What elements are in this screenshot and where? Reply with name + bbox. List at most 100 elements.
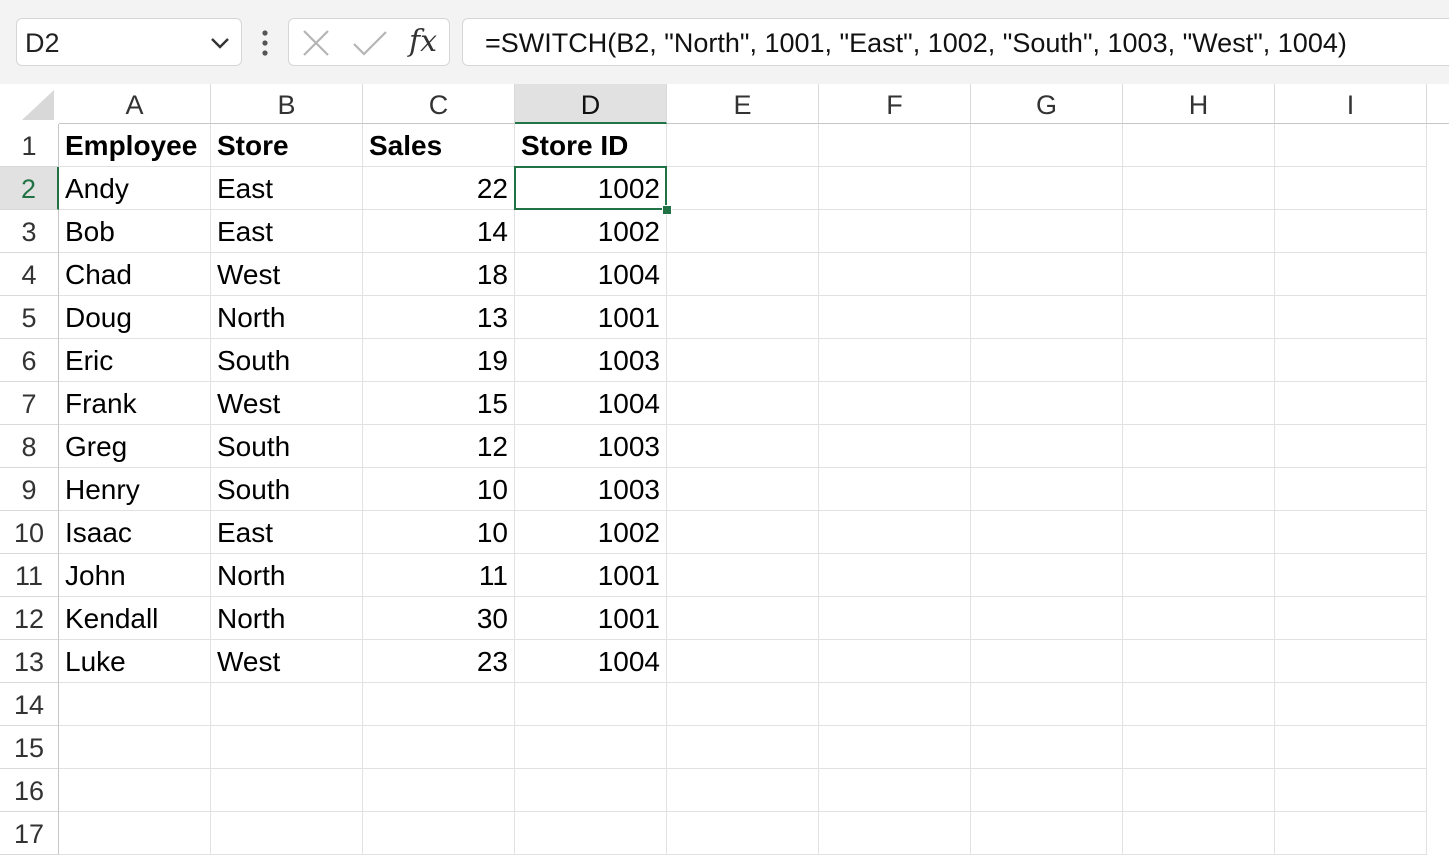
insert-function-icon[interactable]: fx (409, 24, 437, 59)
cell-e9[interactable] (667, 468, 819, 511)
cell-f3[interactable] (819, 210, 971, 253)
cell-a13[interactable]: Luke (59, 640, 211, 683)
cell-d14[interactable] (515, 683, 667, 726)
cell-i13[interactable] (1275, 640, 1427, 683)
cell-d7[interactable]: 1004 (515, 382, 667, 425)
cell-i15[interactable] (1275, 726, 1427, 769)
cell-c17[interactable] (363, 812, 515, 855)
cell-d11[interactable]: 1001 (515, 554, 667, 597)
cell-b10[interactable]: East (211, 511, 363, 554)
chevron-down-icon[interactable] (209, 33, 231, 53)
cell-c4[interactable]: 18 (363, 253, 515, 296)
cell-g5[interactable] (971, 296, 1123, 339)
cell-f16[interactable] (819, 769, 971, 812)
cell-a11[interactable]: John (59, 554, 211, 597)
row-header-9[interactable]: 9 (0, 468, 59, 511)
cell-c7[interactable]: 15 (363, 382, 515, 425)
row-header-15[interactable]: 15 (0, 726, 59, 769)
cell-h8[interactable] (1123, 425, 1275, 468)
cell-d9[interactable]: 1003 (515, 468, 667, 511)
cell-b7[interactable]: West (211, 382, 363, 425)
column-header-d[interactable]: D (515, 84, 667, 124)
cell-c6[interactable]: 19 (363, 339, 515, 382)
formula-input[interactable]: =SWITCH(B2, "North", 1001, "East", 1002,… (462, 18, 1449, 66)
cell-b4[interactable]: West (211, 253, 363, 296)
cell-a2[interactable]: Andy (59, 167, 211, 210)
cell-e14[interactable] (667, 683, 819, 726)
cell-i3[interactable] (1275, 210, 1427, 253)
cell-d3[interactable]: 1002 (515, 210, 667, 253)
cell-e7[interactable] (667, 382, 819, 425)
cell-b14[interactable] (211, 683, 363, 726)
cell-i9[interactable] (1275, 468, 1427, 511)
row-header-5[interactable]: 5 (0, 296, 59, 339)
cell-f14[interactable] (819, 683, 971, 726)
cell-h14[interactable] (1123, 683, 1275, 726)
row-header-17[interactable]: 17 (0, 812, 59, 855)
cell-i14[interactable] (1275, 683, 1427, 726)
cell-f11[interactable] (819, 554, 971, 597)
cell-e10[interactable] (667, 511, 819, 554)
cell-g17[interactable] (971, 812, 1123, 855)
cell-e11[interactable] (667, 554, 819, 597)
cell-a4[interactable]: Chad (59, 253, 211, 296)
cell-f12[interactable] (819, 597, 971, 640)
cell-d4[interactable]: 1004 (515, 253, 667, 296)
header-cell[interactable] (667, 124, 819, 167)
cell-g4[interactable] (971, 253, 1123, 296)
cell-h2[interactable] (1123, 167, 1275, 210)
cell-i5[interactable] (1275, 296, 1427, 339)
header-cell[interactable] (1123, 124, 1275, 167)
cell-d10[interactable]: 1002 (515, 511, 667, 554)
cell-c5[interactable]: 13 (363, 296, 515, 339)
cell-c13[interactable]: 23 (363, 640, 515, 683)
cell-b16[interactable] (211, 769, 363, 812)
header-cell[interactable]: Sales (363, 124, 515, 167)
cell-f15[interactable] (819, 726, 971, 769)
cell-f10[interactable] (819, 511, 971, 554)
cell-f4[interactable] (819, 253, 971, 296)
cell-h6[interactable] (1123, 339, 1275, 382)
cell-g9[interactable] (971, 468, 1123, 511)
cell-d8[interactable]: 1003 (515, 425, 667, 468)
cell-i17[interactable] (1275, 812, 1427, 855)
cell-d6[interactable]: 1003 (515, 339, 667, 382)
cell-g6[interactable] (971, 339, 1123, 382)
row-header-3[interactable]: 3 (0, 210, 59, 253)
header-cell[interactable] (971, 124, 1123, 167)
cell-f9[interactable] (819, 468, 971, 511)
cell-b13[interactable]: West (211, 640, 363, 683)
cell-h5[interactable] (1123, 296, 1275, 339)
cell-d13[interactable]: 1004 (515, 640, 667, 683)
cell-b8[interactable]: South (211, 425, 363, 468)
cell-h12[interactable] (1123, 597, 1275, 640)
cell-b15[interactable] (211, 726, 363, 769)
cell-a12[interactable]: Kendall (59, 597, 211, 640)
cell-h17[interactable] (1123, 812, 1275, 855)
cell-a10[interactable]: Isaac (59, 511, 211, 554)
cell-a9[interactable]: Henry (59, 468, 211, 511)
cell-i16[interactable] (1275, 769, 1427, 812)
cell-h9[interactable] (1123, 468, 1275, 511)
header-cell[interactable]: Store ID (515, 124, 667, 167)
cell-e17[interactable] (667, 812, 819, 855)
cell-f6[interactable] (819, 339, 971, 382)
cell-c14[interactable] (363, 683, 515, 726)
row-header-13[interactable]: 13 (0, 640, 59, 683)
cell-f8[interactable] (819, 425, 971, 468)
row-header-11[interactable]: 11 (0, 554, 59, 597)
row-header-6[interactable]: 6 (0, 339, 59, 382)
cell-h7[interactable] (1123, 382, 1275, 425)
cell-a14[interactable] (59, 683, 211, 726)
cell-d15[interactable] (515, 726, 667, 769)
cell-f5[interactable] (819, 296, 971, 339)
cell-h13[interactable] (1123, 640, 1275, 683)
cell-f7[interactable] (819, 382, 971, 425)
enter-check-icon[interactable] (351, 29, 389, 57)
header-cell[interactable]: Store (211, 124, 363, 167)
header-cell[interactable] (819, 124, 971, 167)
cell-a8[interactable]: Greg (59, 425, 211, 468)
cell-b17[interactable] (211, 812, 363, 855)
cell-i12[interactable] (1275, 597, 1427, 640)
cell-h15[interactable] (1123, 726, 1275, 769)
